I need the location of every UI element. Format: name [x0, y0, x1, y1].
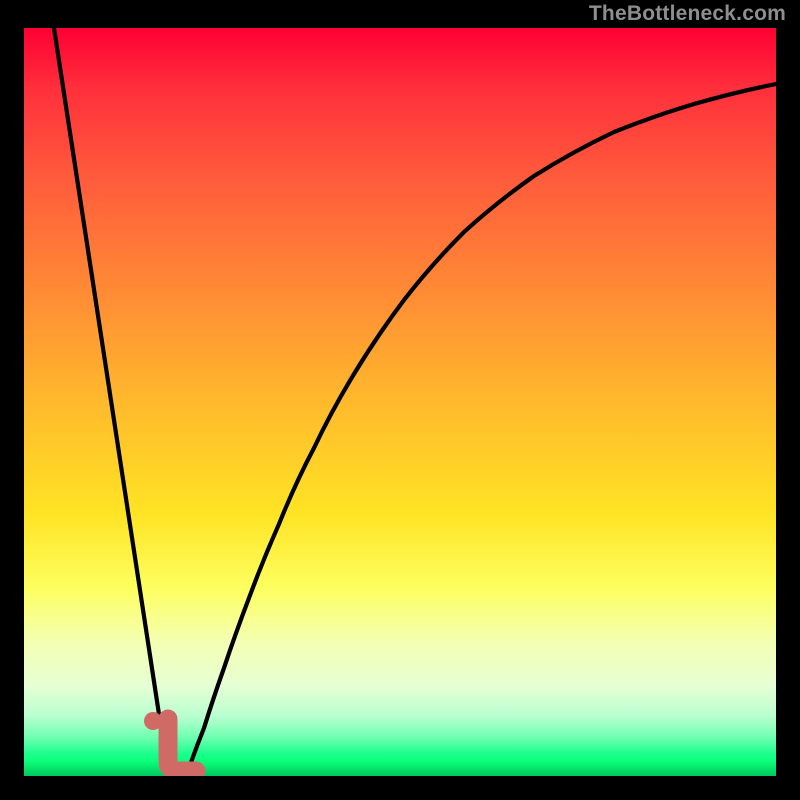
curve-left-branch	[54, 28, 166, 760]
marker-dot	[144, 712, 162, 730]
marker-hook	[168, 719, 196, 771]
curve-right-branch	[189, 84, 776, 768]
attribution-label: TheBottleneck.com	[589, 2, 786, 26]
chart-frame: TheBottleneck.com	[0, 0, 800, 800]
plot-area	[24, 28, 776, 776]
chart-svg	[24, 28, 776, 776]
